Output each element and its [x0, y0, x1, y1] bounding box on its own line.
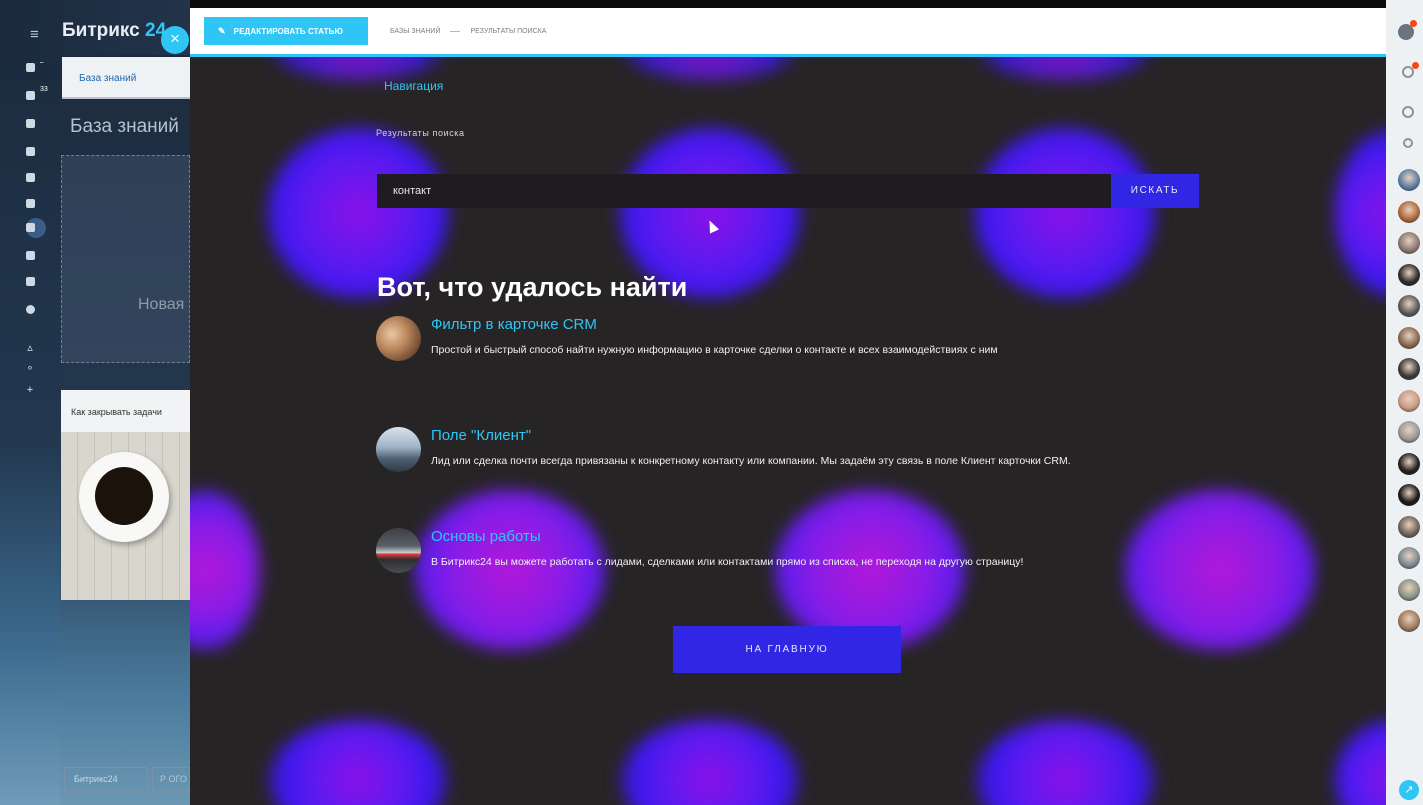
notifications-badge — [1412, 62, 1419, 69]
contact-avatar[interactable] — [1398, 200, 1420, 223]
results-headline: Вот, что удалось найти — [377, 272, 688, 302]
contact-avatar[interactable] — [1398, 515, 1420, 538]
slider-toolbar: ✎ РЕДАКТИРОВАТЬ СТАТЬЮ БАЗЫ ЗНАНИЙ РЕЗУЛЬТ… — [190, 8, 1386, 57]
search-results-subtitle: Результаты поиска — [376, 128, 465, 138]
drive-icon[interactable] — [24, 172, 36, 184]
pencil-icon: ✎ — [218, 26, 226, 36]
coffee-cup-image — [79, 452, 169, 542]
article-content: Навигация Результаты поиска ИСКАТЬ Вот, … — [190, 0, 1386, 805]
contact-avatar[interactable] — [1398, 169, 1420, 191]
contact-avatar[interactable] — [1398, 578, 1420, 601]
result-thumbnail — [376, 528, 421, 573]
contact-avatar[interactable] — [1398, 263, 1420, 286]
contact-avatar[interactable] — [1398, 358, 1420, 380]
sites-icon[interactable]: ▵ — [24, 342, 36, 354]
contact-avatar[interactable] — [1398, 326, 1420, 349]
top-strip — [190, 0, 1386, 8]
new-base-placeholder[interactable]: Новая — [61, 155, 190, 363]
result-title-link[interactable]: Поле "Клиент" — [431, 427, 531, 444]
contact-avatar[interactable] — [1398, 232, 1420, 254]
knowledge-base-icon[interactable] — [24, 222, 36, 234]
contact-avatar[interactable] — [1398, 610, 1420, 632]
add-icon[interactable]: + — [24, 384, 36, 396]
groups-icon[interactable] — [24, 276, 36, 288]
footer-button[interactable]: Р ОГО — [152, 767, 190, 791]
hamburger-icon[interactable]: ≡ — [30, 26, 39, 43]
tasks-icon[interactable] — [24, 62, 36, 74]
header-logo-area: ≡ Битрикс 24 — [0, 0, 190, 62]
crm-icon[interactable] — [24, 250, 36, 262]
menu-badge: 33 — [40, 86, 48, 93]
result-thumbnail — [376, 427, 421, 472]
open-lines-icon[interactable]: ↗ — [1399, 780, 1419, 800]
breadcrumb-knowledge-bases[interactable]: БАЗЫ ЗНАНИЙ — [390, 28, 440, 35]
help-badge — [1410, 20, 1417, 27]
edit-article-button[interactable]: ✎ РЕДАКТИРОВАТЬ СТАТЬЮ — [204, 17, 368, 45]
search-input[interactable] — [377, 174, 1111, 208]
search-icon[interactable] — [1403, 138, 1413, 148]
result-thumbnail — [376, 316, 421, 361]
contact-avatar[interactable] — [1398, 389, 1420, 412]
contact-avatar[interactable] — [1398, 547, 1420, 569]
home-button[interactable]: НА ГЛАВНУЮ — [673, 626, 901, 673]
footer-language-button[interactable]: Битрикс24 — [64, 767, 148, 791]
breadcrumb-search-results[interactable]: РЕЗУЛЬТАТЫ ПОИСКА — [470, 28, 546, 35]
contact-avatar[interactable] — [1398, 484, 1420, 506]
result-title-link[interactable]: Основы работы — [431, 528, 541, 545]
result-title-link[interactable]: Фильтр в карточке CRM — [431, 316, 597, 333]
result-description: Лид или сделка почти всегда привязаны к … — [431, 455, 1071, 467]
card-title: Как закрывать задачи — [71, 407, 162, 417]
brand-logo[interactable]: Битрикс 24 — [62, 20, 166, 42]
knowledge-base-card[interactable]: Как закрывать задачи — [61, 390, 190, 600]
settings-icon[interactable]: ∘ — [24, 362, 36, 374]
result-description: В Битрикс24 вы можете работать с лидами,… — [431, 556, 1024, 568]
article-slider: ✎ РЕДАКТИРОВАТЬ СТАТЬЮ БАЗЫ ЗНАНИЙ РЕЗУЛЬТ… — [190, 0, 1386, 805]
mail-icon[interactable] — [24, 198, 36, 210]
contact-avatar[interactable] — [1398, 295, 1420, 317]
navigation-link[interactable]: Навигация — [384, 79, 443, 93]
close-slider-button[interactable]: × — [161, 26, 189, 54]
contact-avatar[interactable] — [1398, 452, 1420, 475]
feed-icon[interactable] — [24, 90, 36, 102]
search-button[interactable]: ИСКАТЬ — [1111, 174, 1199, 208]
calendar-icon[interactable] — [24, 146, 36, 158]
result-description: Простой и быстрый способ найти нужную ин… — [431, 344, 998, 356]
marketplace-icon[interactable] — [24, 304, 36, 316]
timeman-icon[interactable] — [1402, 106, 1414, 118]
workarea-title: База знаний — [70, 116, 179, 137]
breadcrumb: БАЗЫ ЗНАНИЙ РЕЗУЛЬТАТЫ ПОИСКА — [390, 28, 546, 35]
chat-icon[interactable] — [24, 118, 36, 130]
screen: 2 33 ▵ ∘ + ≡ Битрикс 24 × База знаний Ба… — [0, 0, 1423, 805]
contact-avatar[interactable] — [1398, 421, 1420, 443]
left-menu-rail: 2 33 ▵ ∘ + — [0, 0, 60, 805]
knowledge-base-tab[interactable]: База знаний — [62, 57, 190, 99]
